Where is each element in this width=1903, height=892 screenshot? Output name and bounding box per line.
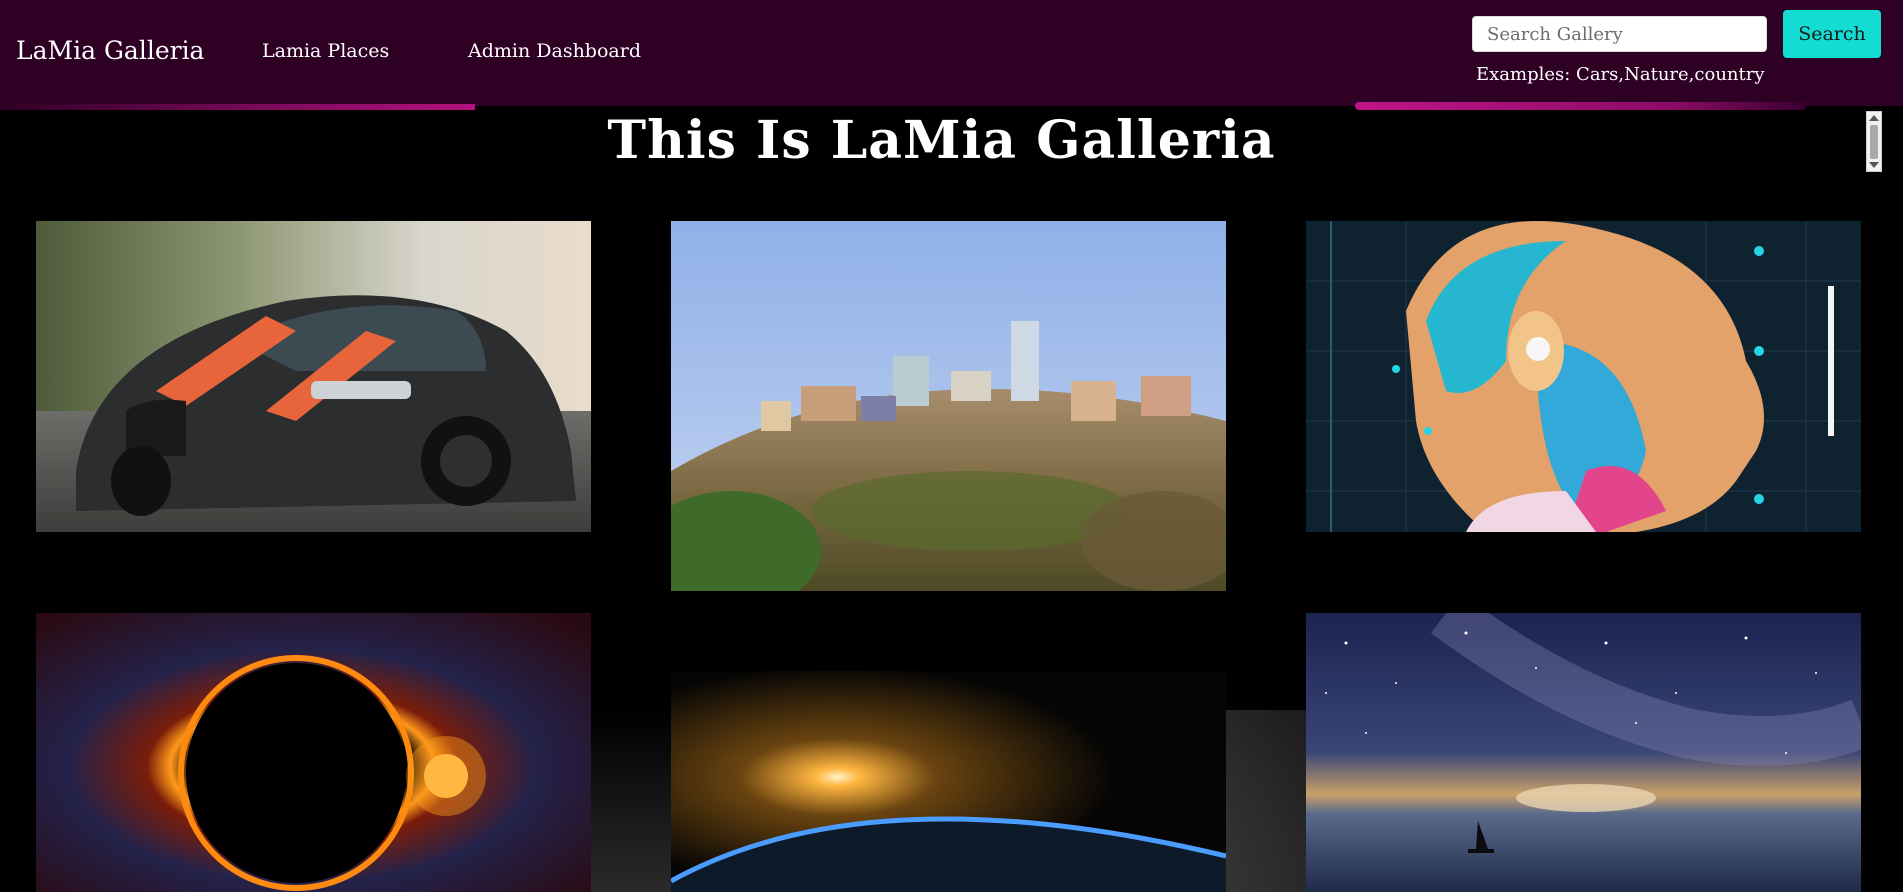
scroll-down-icon[interactable] <box>1869 162 1879 168</box>
scroll-thumb[interactable] <box>1870 125 1878 159</box>
brand-logo-link[interactable]: LaMia Galleria <box>16 36 204 65</box>
search-button[interactable]: Search <box>1783 10 1881 58</box>
backdrop-gap <box>591 710 671 892</box>
title-scrollbar[interactable] <box>1866 111 1882 172</box>
navbar-accent-right <box>1355 102 1805 110</box>
search-hint: Examples: Cars,Nature,country <box>1476 64 1765 85</box>
search-input[interactable] <box>1472 16 1767 52</box>
gallery-image-solar-eclipse[interactable] <box>36 613 591 892</box>
nav-link-lamia-places[interactable]: Lamia Places <box>262 40 389 62</box>
page-title: This Is LaMia Galleria <box>607 110 1276 171</box>
scroll-up-icon[interactable] <box>1869 115 1879 121</box>
gallery-main: This Is LaMia Galleria <box>0 110 1903 892</box>
gallery-image-city-skyline[interactable] <box>671 221 1226 591</box>
gallery-image-sports-car[interactable] <box>36 221 591 532</box>
nav-link-admin-dashboard[interactable]: Admin Dashboard <box>468 40 641 62</box>
gallery-image-futuristic-portrait[interactable] <box>1306 221 1861 532</box>
gallery-image-earth-sunrise[interactable] <box>671 671 1226 892</box>
gallery-image-starry-sea-sailboat[interactable] <box>1306 613 1861 892</box>
navbar: LaMia Galleria Lamia Places Admin Dashbo… <box>0 0 1903 110</box>
